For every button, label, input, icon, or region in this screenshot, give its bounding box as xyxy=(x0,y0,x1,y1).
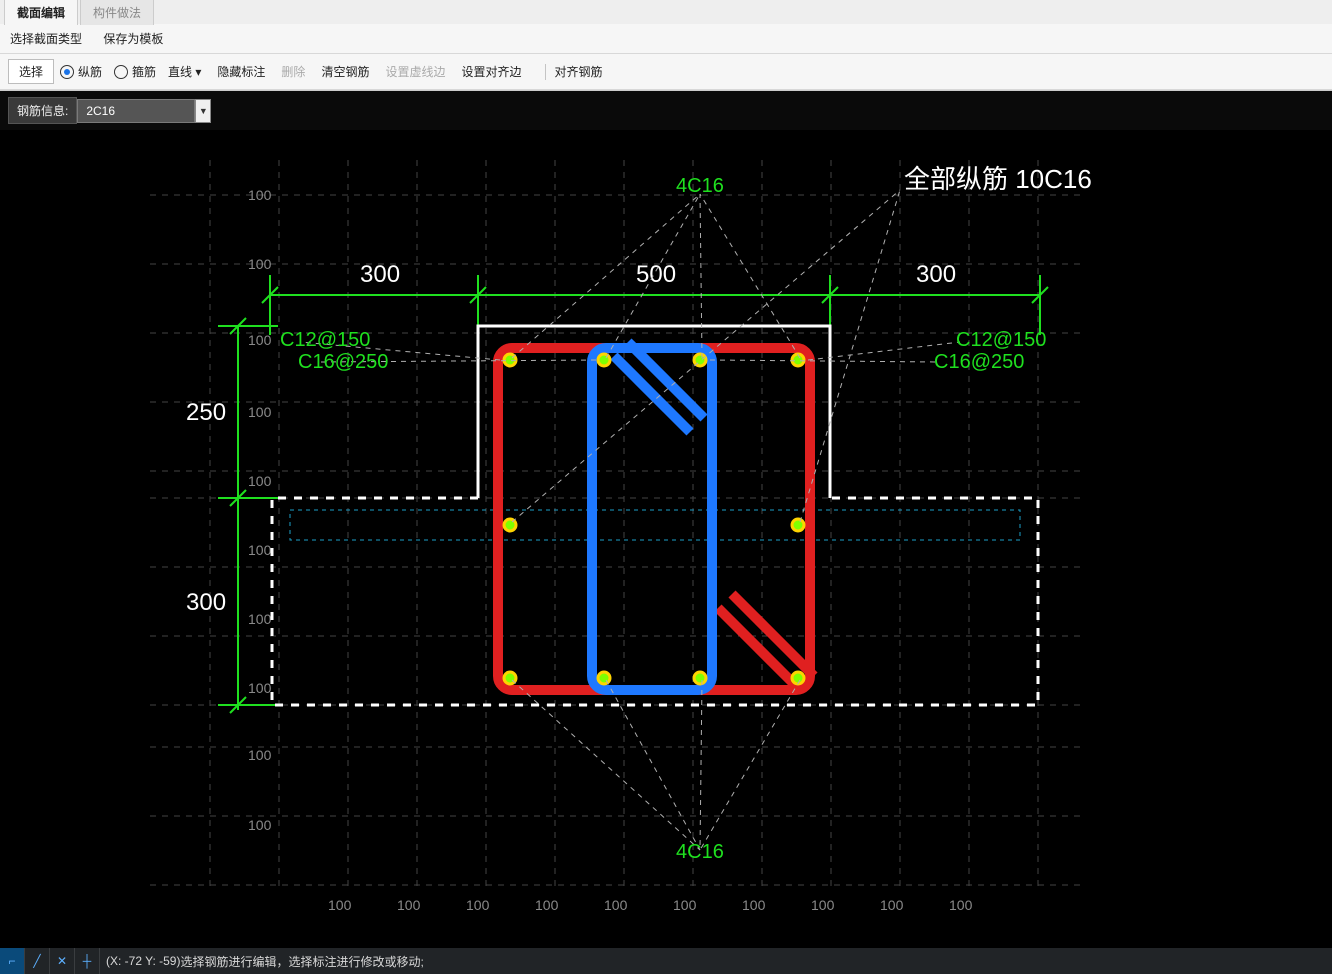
status-coordinates: (X: -72 Y: -59) xyxy=(106,954,180,968)
tool-hide-annotation[interactable]: 隐藏标注 xyxy=(217,63,265,80)
dim-h2[interactable]: 300 xyxy=(186,589,226,616)
menubar: 选择截面类型 保存为模板 xyxy=(0,24,1332,54)
toolbar: 选择 纵筋 箍筋 直线 ▾ 隐藏标注 删除 清空钢筋 设置虚线边 设置对齐边 对… xyxy=(0,54,1332,90)
tab-section-edit[interactable]: 截面编辑 xyxy=(4,0,78,25)
dim-mid[interactable]: 500 xyxy=(636,261,676,288)
radio-dot-icon xyxy=(114,65,128,79)
select-button[interactable]: 选择 xyxy=(8,59,54,84)
tab-component-method[interactable]: 构件做法 xyxy=(80,0,154,25)
menu-select-section-type[interactable]: 选择截面类型 xyxy=(10,32,82,46)
radio-longitudinal[interactable]: 纵筋 xyxy=(60,63,102,80)
radio-stirrup-label: 箍筋 xyxy=(132,63,156,80)
svg-text:100: 100 xyxy=(248,747,272,763)
svg-text:100: 100 xyxy=(880,897,904,913)
radio-stirrup[interactable]: 箍筋 xyxy=(114,63,156,80)
status-snap-intersection-icon[interactable]: ✕ xyxy=(50,948,75,974)
svg-text:100: 100 xyxy=(397,897,421,913)
tool-delete: 删除 xyxy=(281,63,305,80)
status-snap-midpoint-icon[interactable]: ╱ xyxy=(25,948,50,974)
svg-text:100: 100 xyxy=(466,897,490,913)
tab-bar: 截面编辑 构件做法 xyxy=(0,0,1332,24)
label-stirrup-right-2[interactable]: C16@250 xyxy=(934,351,1024,373)
dim-right[interactable]: 300 xyxy=(916,261,956,288)
svg-text:100: 100 xyxy=(604,897,628,913)
status-bar: ⌐ ╱ ✕ ┼ (X: -72 Y: -59) 选择钢筋进行编辑，选择标注进行修… xyxy=(0,948,1332,974)
svg-text:100: 100 xyxy=(949,897,973,913)
rebar-info-input[interactable]: 2C16 xyxy=(77,99,195,123)
separator xyxy=(545,64,546,80)
status-message: 选择钢筋进行编辑，选择标注进行修改或移动; xyxy=(180,953,423,970)
svg-text:100: 100 xyxy=(328,897,352,913)
label-stirrup-left-2[interactable]: C16@250 xyxy=(298,351,388,373)
dim-left[interactable]: 300 xyxy=(360,261,400,288)
radio-dot-icon xyxy=(60,65,74,79)
label-total-rebar[interactable]: 全部纵筋 10C16 xyxy=(904,164,1092,194)
svg-text:100: 100 xyxy=(248,332,272,348)
svg-text:100: 100 xyxy=(248,187,272,203)
tool-virtual-edge: 设置虚线边 xyxy=(385,63,445,80)
status-snap-perpendicular-icon[interactable]: ┼ xyxy=(75,948,100,974)
tool-line[interactable]: 直线 ▾ xyxy=(168,63,201,80)
label-bottom-rebar[interactable]: 4C16 xyxy=(676,841,724,863)
rebar-info-label: 钢筋信息: xyxy=(8,97,77,124)
dim-h1[interactable]: 250 xyxy=(186,399,226,426)
tool-align-rebar[interactable]: 对齐钢筋 xyxy=(554,63,602,80)
svg-text:100: 100 xyxy=(248,611,272,627)
drawing-canvas[interactable]: 100 100 100 100 100 100 100 100 100 100 … xyxy=(0,130,1332,950)
menu-save-as-template[interactable]: 保存为模板 xyxy=(103,32,163,46)
label-stirrup-left-1[interactable]: C12@150 xyxy=(280,329,370,351)
svg-text:100: 100 xyxy=(535,897,559,913)
label-stirrup-right-1[interactable]: C12@150 xyxy=(956,329,1046,351)
svg-text:100: 100 xyxy=(248,256,272,272)
tool-align-side[interactable]: 设置对齐边 xyxy=(461,63,521,80)
svg-text:100: 100 xyxy=(673,897,697,913)
status-snap-endpoint-icon[interactable]: ⌐ xyxy=(0,948,25,974)
svg-text:100: 100 xyxy=(811,897,835,913)
svg-text:100: 100 xyxy=(742,897,766,913)
radio-longitudinal-label: 纵筋 xyxy=(78,63,102,80)
info-row: 钢筋信息: 2C16 ▼ xyxy=(0,91,1332,130)
svg-text:100: 100 xyxy=(248,404,272,420)
svg-text:100: 100 xyxy=(248,473,272,489)
svg-text:100: 100 xyxy=(248,817,272,833)
label-top-rebar[interactable]: 4C16 xyxy=(676,175,724,197)
svg-text:100: 100 xyxy=(248,542,272,558)
svg-text:100: 100 xyxy=(248,680,272,696)
tool-clear-rebar[interactable]: 清空钢筋 xyxy=(321,63,369,80)
rebar-info-dropdown[interactable]: ▼ xyxy=(195,99,211,123)
